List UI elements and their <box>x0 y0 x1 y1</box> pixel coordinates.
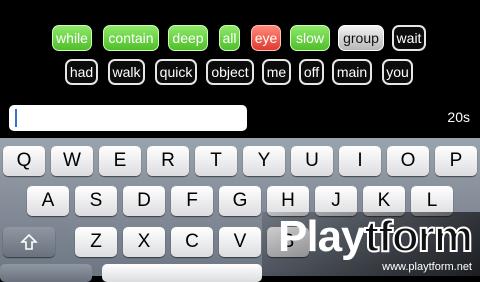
word-chip-eye: eye <box>251 25 281 51</box>
text-caret <box>15 109 17 127</box>
word-chip-quick: quick <box>155 59 197 85</box>
playtform-logo: Playtform <box>278 211 474 262</box>
brand-url: www.playtform.net <box>382 261 472 273</box>
answer-input[interactable] <box>9 105 247 131</box>
key-a[interactable]: A <box>27 186 69 216</box>
key-g[interactable]: G <box>219 186 261 216</box>
word-chip-slow: slow <box>290 25 330 51</box>
logo-text-part2: tform <box>364 211 474 262</box>
key-c[interactable]: C <box>171 227 213 257</box>
shift-key[interactable] <box>3 227 55 257</box>
key-d[interactable]: D <box>123 186 165 216</box>
key-f[interactable]: F <box>171 186 213 216</box>
word-chip-contain: contain <box>103 25 159 51</box>
key-o[interactable]: O <box>387 146 429 176</box>
shift-arrow-icon <box>20 233 38 250</box>
key-r[interactable]: R <box>147 146 189 176</box>
key-x[interactable]: X <box>123 227 165 257</box>
numbers-key[interactable] <box>0 264 92 282</box>
key-t[interactable]: T <box>195 146 237 176</box>
key-w[interactable]: W <box>51 146 93 176</box>
word-chip-object: object <box>206 59 254 85</box>
word-chip-group: group <box>338 25 384 51</box>
key-s[interactable]: S <box>75 186 117 216</box>
key-p[interactable]: P <box>435 146 477 176</box>
space-key[interactable] <box>102 264 262 282</box>
key-y[interactable]: Y <box>243 146 285 176</box>
logo-text-part1: Play <box>278 212 366 261</box>
word-chip-while: while <box>52 25 92 51</box>
word-chip-had: had <box>65 59 98 85</box>
key-v[interactable]: V <box>219 227 261 257</box>
word-chip-wait: wait <box>392 25 426 51</box>
key-i[interactable]: I <box>339 146 381 176</box>
word-chip-off: off <box>299 59 324 85</box>
word-chip-you: you <box>382 59 413 85</box>
word-chip-walk: walk <box>108 59 145 85</box>
word-row-1: while contain deep all eye slow group wait <box>0 25 480 51</box>
word-chip-main: main <box>332 59 372 85</box>
timer-label: 20s <box>447 109 470 125</box>
key-q[interactable]: Q <box>3 146 45 176</box>
key-e[interactable]: E <box>99 146 141 176</box>
word-chip-all: all <box>219 25 240 51</box>
word-row-2: had walk quick object me off main you <box>0 59 480 85</box>
key-u[interactable]: U <box>291 146 333 176</box>
word-chip-me: me <box>262 59 291 85</box>
key-z[interactable]: Z <box>75 227 117 257</box>
word-chip-deep: deep <box>168 25 208 51</box>
